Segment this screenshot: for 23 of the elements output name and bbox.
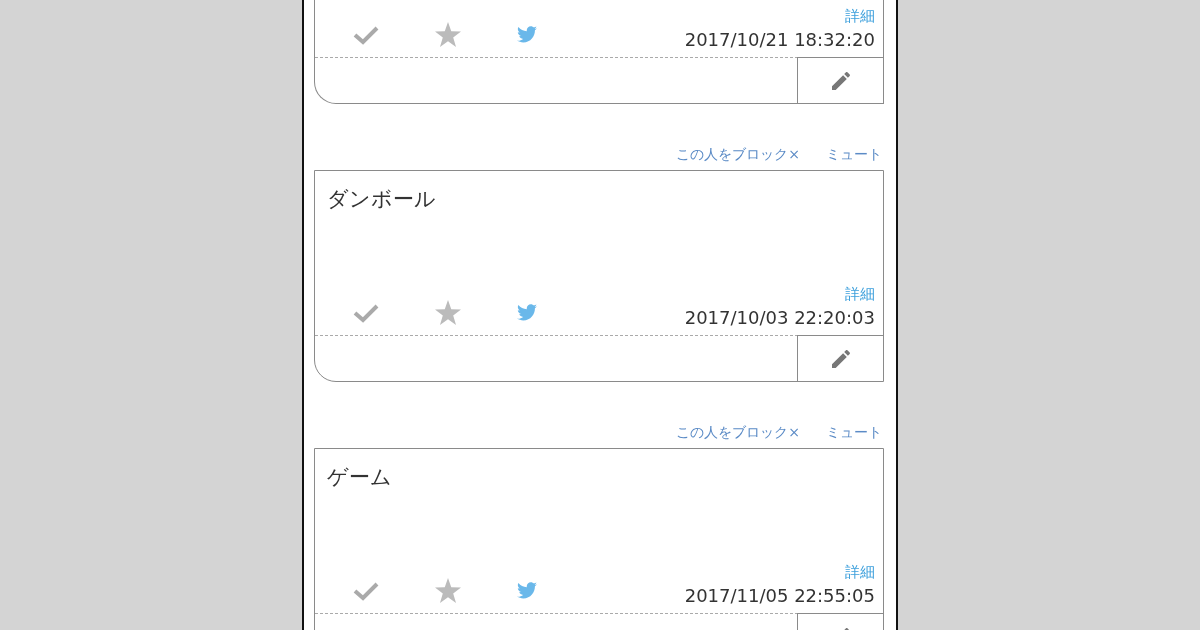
detail-link[interactable]: 詳細 bbox=[845, 283, 875, 305]
check-icon[interactable] bbox=[353, 302, 379, 323]
star-icon[interactable] bbox=[435, 300, 461, 325]
post-timestamp: 2017/10/21 18:32:20 bbox=[684, 28, 875, 52]
post-timestamp: 2017/10/03 22:20:03 bbox=[684, 306, 875, 330]
post-title: ダンボール bbox=[327, 186, 437, 213]
mute-link[interactable]: ミュート bbox=[826, 422, 882, 442]
check-icon[interactable] bbox=[353, 24, 379, 45]
bird-icon[interactable] bbox=[517, 26, 537, 43]
post-title: ゲーム bbox=[327, 464, 393, 491]
star-icon[interactable] bbox=[435, 578, 461, 603]
edit-button[interactable] bbox=[797, 57, 883, 103]
star-icon[interactable] bbox=[435, 22, 461, 47]
post-timestamp: 2017/11/05 22:55:05 bbox=[684, 584, 875, 608]
edit-button[interactable] bbox=[797, 335, 883, 381]
bird-icon[interactable] bbox=[517, 582, 537, 599]
block-user-link[interactable]: この人をブロック× bbox=[676, 422, 800, 442]
detail-link[interactable]: 詳細 bbox=[845, 5, 875, 27]
bird-icon[interactable] bbox=[517, 304, 537, 321]
mute-link[interactable]: ミュート bbox=[826, 144, 882, 164]
block-user-link[interactable]: この人をブロック× bbox=[676, 144, 800, 164]
detail-link[interactable]: 詳細 bbox=[845, 561, 875, 583]
check-icon[interactable] bbox=[353, 580, 379, 601]
